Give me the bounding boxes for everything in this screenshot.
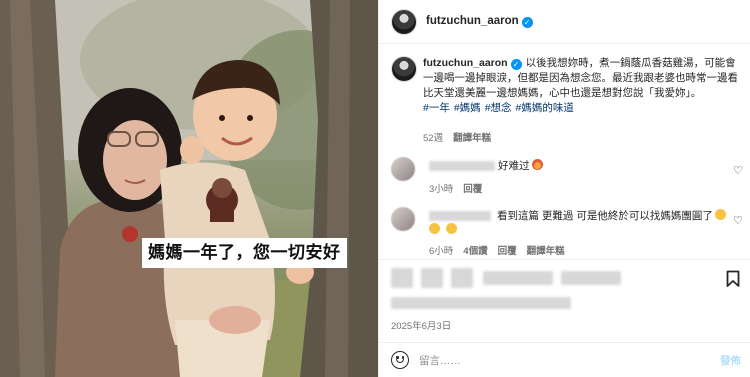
sad-emoji-icon xyxy=(531,159,543,170)
divider xyxy=(379,259,750,260)
comment-meta: 6小時 4個讚 回覆 翻譯年糕 xyxy=(429,243,575,257)
post-comment-button[interactable]: 發佈 xyxy=(720,353,741,368)
heart-icon[interactable]: ♡ xyxy=(733,214,743,227)
caption-avatar[interactable] xyxy=(391,56,417,82)
hashtag-list: #一年 #媽媽 #想念 #媽媽的味道 xyxy=(423,101,741,116)
commenter-avatar[interactable] xyxy=(391,157,415,181)
emoji-icon xyxy=(446,223,457,234)
photo-subtitle: 媽媽一年了，您一切安好 xyxy=(142,238,347,268)
comment-text: 看到這篇 更難過 可是他終於可以找媽媽團圓了 xyxy=(497,208,726,223)
blurred-username xyxy=(429,211,491,221)
author-username-text[interactable]: futzuchun_aaron xyxy=(426,15,519,27)
blurred-likers xyxy=(483,271,553,285)
author-avatar[interactable] xyxy=(391,9,417,35)
blurred-likers xyxy=(561,271,621,285)
blurred-action-icon[interactable] xyxy=(421,268,443,288)
post-photo[interactable]: 媽媽一年了，您一切安好 xyxy=(0,0,378,377)
comment-text-content: 看到這篇 更難過 可是他終於可以找媽媽團圓了 xyxy=(497,210,713,222)
commenter-avatar[interactable] xyxy=(391,207,415,231)
caption-username[interactable]: futzuchun_aaron xyxy=(423,57,508,69)
translate-button[interactable]: 翻譯年糕 xyxy=(527,246,565,257)
caption: futzuchun_aaron ✓ 以後我想妳時，煮一鍋蔭瓜香菇雞湯，可能會一邊喝一… xyxy=(423,56,741,116)
comment-time[interactable]: 3小時 xyxy=(429,184,453,195)
verified-badge-icon: ✓ xyxy=(510,59,522,70)
bookmark-icon[interactable] xyxy=(726,270,740,288)
author-username[interactable]: futzuchun_aaron ✓ xyxy=(426,15,533,28)
comment-composer: 發佈 xyxy=(379,342,750,377)
hashtag-link[interactable]: #媽媽 xyxy=(454,102,481,114)
blurred-like-count xyxy=(391,297,571,309)
comment-time[interactable]: 6小時 xyxy=(429,246,453,257)
post-date[interactable]: 2025年6月3日 xyxy=(391,318,451,332)
comment-text-content: 好难过 xyxy=(498,160,530,172)
emoji-picker-icon[interactable] xyxy=(391,351,409,369)
blurred-action-icon[interactable] xyxy=(391,268,413,288)
translate-button[interactable]: 翻譯年糕 xyxy=(453,133,491,144)
reply-button[interactable]: 回覆 xyxy=(463,184,482,195)
comment-meta: 3小時 回覆 xyxy=(429,181,492,195)
comment-emojis xyxy=(429,223,457,236)
caption-time[interactable]: 52週 xyxy=(423,133,443,144)
post-side-panel: futzuchun_aaron ✓ futzuchun_aaron ✓ 以後我想妳時，… xyxy=(378,0,750,377)
comment-input[interactable] xyxy=(419,352,699,370)
hashtag-link[interactable]: #一年 xyxy=(423,102,450,114)
comment-text: 好难过 xyxy=(498,158,543,173)
hashtag-link[interactable]: #想念 xyxy=(485,102,512,114)
blurred-username xyxy=(429,161,495,171)
emoji-icon xyxy=(714,209,726,220)
blurred-action-icon[interactable] xyxy=(451,268,473,288)
reply-button[interactable]: 回覆 xyxy=(498,246,517,257)
comment-likes[interactable]: 4個讚 xyxy=(463,246,487,257)
photo-illustration xyxy=(0,0,378,377)
hashtag-link[interactable]: #媽媽的味道 xyxy=(516,102,574,114)
verified-badge-icon: ✓ xyxy=(521,17,533,28)
heart-icon[interactable]: ♡ xyxy=(733,164,743,177)
post-header: futzuchun_aaron ✓ xyxy=(379,0,750,44)
emoji-icon xyxy=(429,223,440,234)
caption-meta: 52週 翻譯年糕 xyxy=(423,130,501,144)
